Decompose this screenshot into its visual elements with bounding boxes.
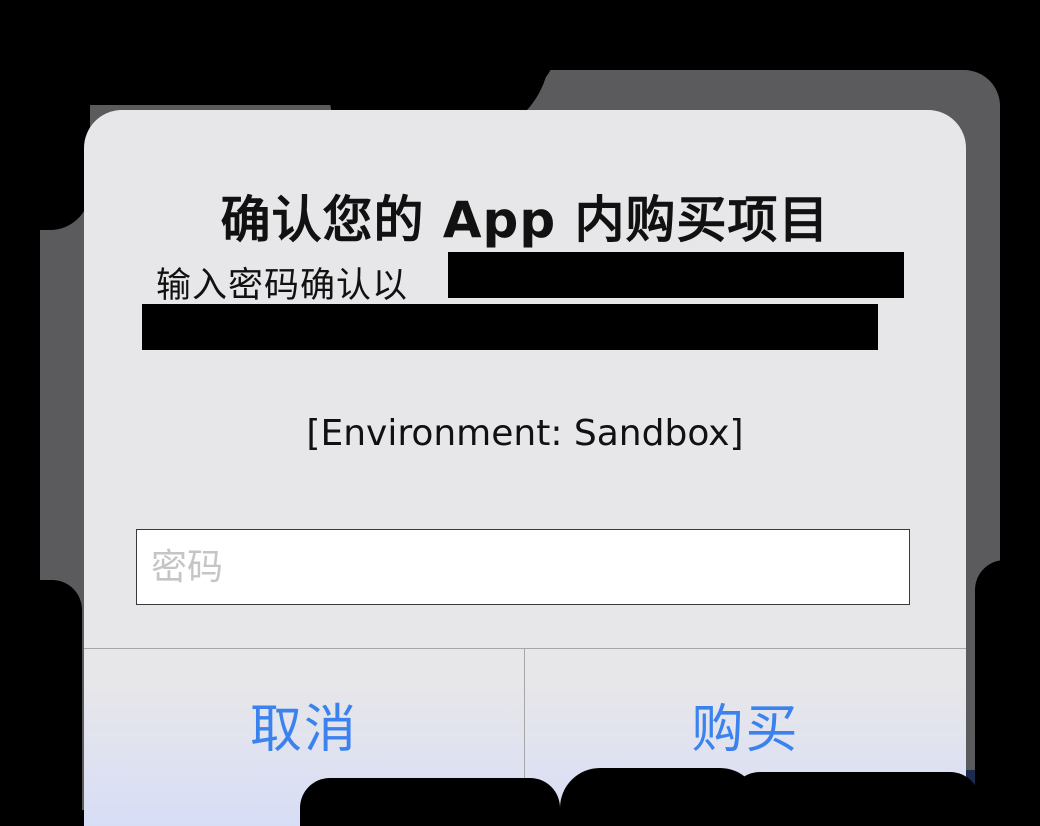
redaction-mark: [730, 772, 980, 826]
screen: 确认您的 App 内购买项目 输入密码确认以 [Environment: San…: [0, 0, 1040, 826]
redaction-mark: [0, 580, 82, 826]
message-redaction: [448, 252, 904, 298]
redaction-mark: [800, 0, 1040, 60]
environment-label: [Environment: Sandbox]: [306, 413, 744, 454]
cancel-button[interactable]: 取消: [84, 649, 524, 799]
redaction-mark: [0, 0, 90, 230]
purchase-confirm-dialog: 确认您的 App 内购买项目 输入密码确认以 [Environment: San…: [84, 110, 966, 826]
redaction-mark: [300, 778, 560, 826]
dialog-message: 输入密码确认以: [156, 266, 409, 306]
password-input[interactable]: [136, 529, 910, 605]
dialog-title: 确认您的 App 内购买项目: [220, 191, 830, 249]
redaction-mark: [975, 560, 1040, 826]
message-redaction: [142, 304, 878, 350]
